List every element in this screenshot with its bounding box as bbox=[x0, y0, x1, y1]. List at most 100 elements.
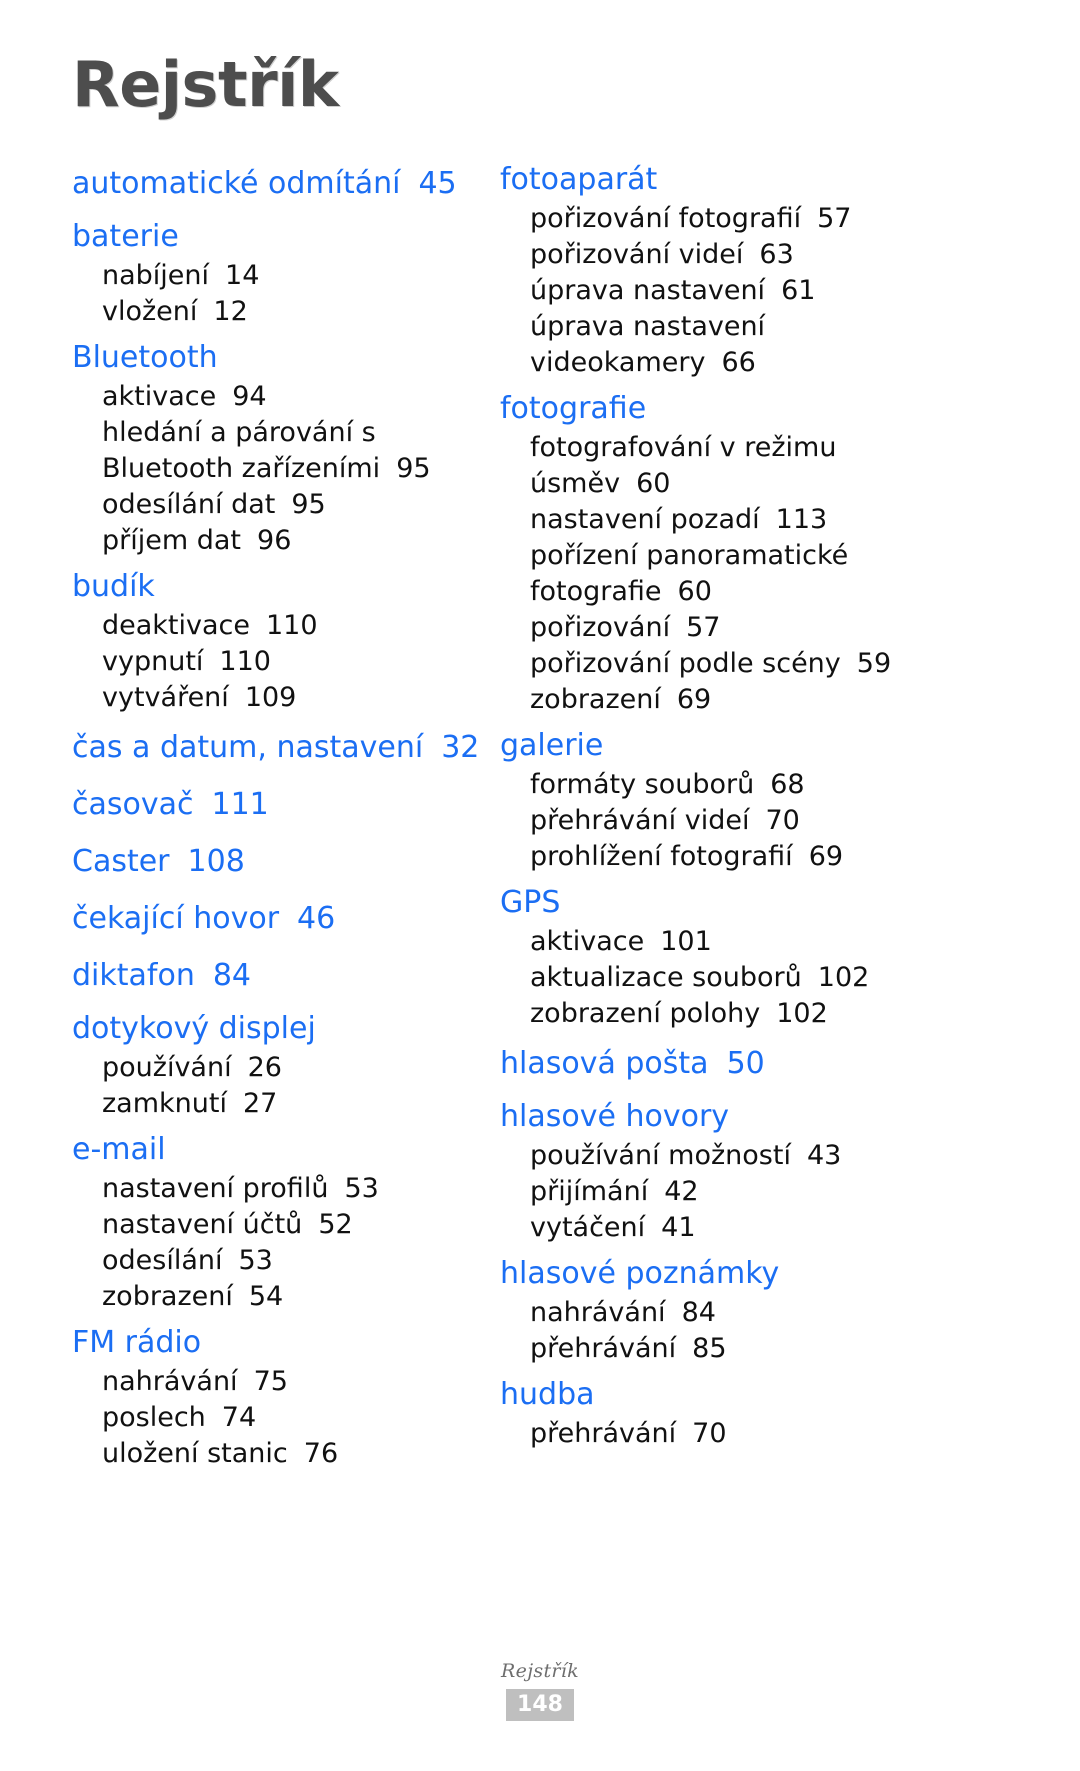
index-subentry[interactable]: nastavení pozadí 113 bbox=[500, 502, 970, 538]
index-heading-label: GPS bbox=[500, 885, 561, 920]
index-heading-automaticke-odmitani[interactable]: automatické odmítání 45 bbox=[72, 162, 492, 205]
index-subentry[interactable]: vypnutí 110 bbox=[72, 644, 492, 680]
index-heading-fm-radio[interactable]: FM rádio bbox=[72, 1321, 492, 1364]
index-heading-fotoaparat[interactable]: fotoaparát bbox=[500, 158, 970, 201]
index-subentry-label: přijímání bbox=[530, 1176, 649, 1207]
index-group: budík deaktivace 110 vypnutí 110 vytváření 109 bbox=[72, 565, 492, 716]
index-subentry[interactable]: deaktivace 110 bbox=[72, 608, 492, 644]
index-subentry-page: 57 bbox=[817, 203, 852, 234]
index-subentry[interactable]: úprava nastavení bbox=[500, 309, 970, 345]
index-subentry[interactable]: přehrávání videí 70 bbox=[500, 803, 970, 839]
index-group: baterie nabíjení 14 vložení 12 bbox=[72, 215, 492, 330]
index-subentry-label: vložení bbox=[102, 296, 198, 327]
index-subentry[interactable]: Bluetooth zařízeními 95 bbox=[72, 451, 492, 487]
index-subentry-label: zobrazení polohy bbox=[530, 998, 761, 1029]
index-subentry-label: pořizování bbox=[530, 612, 671, 643]
index-subentry-page: 26 bbox=[247, 1052, 282, 1083]
index-group: hudba přehrávání 70 bbox=[500, 1373, 970, 1452]
index-heading-cas-a-datum-nastaveni[interactable]: čas a datum, nastavení 32 bbox=[72, 726, 492, 769]
index-subentry-label: používání bbox=[102, 1052, 232, 1083]
index-heading-budik[interactable]: budík bbox=[72, 565, 492, 608]
index-subentry-page: 110 bbox=[219, 646, 271, 677]
index-heading-hlasova-posta[interactable]: hlasová pošta 50 bbox=[500, 1042, 970, 1085]
index-heading-hudba[interactable]: hudba bbox=[500, 1373, 970, 1416]
index-subentry[interactable]: aktivace 101 bbox=[500, 924, 970, 960]
index-subentry-page: 54 bbox=[248, 1281, 284, 1312]
index-subentry[interactable]: vložení 12 bbox=[72, 294, 492, 330]
index-subentry[interactable]: zobrazení polohy 102 bbox=[500, 996, 970, 1032]
index-heading-fotografie[interactable]: fotografie bbox=[500, 387, 970, 430]
index-subentry[interactable]: vytáčení 41 bbox=[500, 1210, 970, 1246]
index-heading-dotykovy-displej[interactable]: dotykový displej bbox=[72, 1007, 492, 1050]
index-subentry[interactable]: přijímání 42 bbox=[500, 1174, 970, 1210]
index-subentry-label: fotografování v režimu bbox=[530, 432, 837, 463]
index-subentry[interactable]: hledání a párování s bbox=[72, 415, 492, 451]
index-heading-gps[interactable]: GPS bbox=[500, 881, 970, 924]
index-subentry[interactable]: nabíjení 14 bbox=[72, 258, 492, 294]
index-heading-baterie[interactable]: baterie bbox=[72, 215, 492, 258]
index-subentry[interactable]: nahrávání 75 bbox=[72, 1364, 492, 1400]
index-heading-label: Bluetooth bbox=[72, 340, 218, 375]
index-heading-diktafon[interactable]: diktafon 84 bbox=[72, 954, 492, 997]
index-heading-e-mail[interactable]: e-mail bbox=[72, 1128, 492, 1171]
index-subentry[interactable]: nahrávání 84 bbox=[500, 1295, 970, 1331]
index-subentry-label: prohlížení fotografií bbox=[530, 841, 793, 872]
index-subentry-label: přehrávání bbox=[530, 1333, 677, 1364]
index-subentry[interactable]: pořizování 57 bbox=[500, 610, 970, 646]
index-subentry[interactable]: pořízení panoramatické bbox=[500, 538, 970, 574]
index-subentry-label: odesílání dat bbox=[102, 489, 276, 520]
index-subentry-label: videokamery bbox=[530, 347, 706, 378]
index-group: časovač 111 bbox=[72, 779, 492, 830]
index-heading-caster[interactable]: Caster 108 bbox=[72, 840, 492, 883]
index-subentry[interactable]: používání 26 bbox=[72, 1050, 492, 1086]
index-subentry[interactable]: fotografování v režimu bbox=[500, 430, 970, 466]
index-heading-label: automatické odmítání bbox=[72, 166, 401, 201]
index-subentry-label: aktivace bbox=[102, 381, 217, 412]
index-subentry[interactable]: odesílání 53 bbox=[72, 1243, 492, 1279]
index-subentry[interactable]: aktivace 94 bbox=[72, 379, 492, 415]
index-subentry-label: zobrazení bbox=[102, 1281, 233, 1312]
index-subentry-label: nahrávání bbox=[102, 1366, 238, 1397]
index-heading-label: e-mail bbox=[72, 1132, 166, 1167]
index-subentry-page: 94 bbox=[232, 381, 267, 412]
index-subentry[interactable]: formáty souborů 68 bbox=[500, 767, 970, 803]
index-subentry-page: 60 bbox=[677, 576, 712, 607]
index-subentry[interactable]: zamknutí 27 bbox=[72, 1086, 492, 1122]
index-subentry[interactable]: pořizování videí 63 bbox=[500, 237, 970, 273]
index-subentry-label: vytáčení bbox=[530, 1212, 646, 1243]
index-subentry[interactable]: nastavení profilů 53 bbox=[72, 1171, 492, 1207]
index-subentry[interactable]: používání možností 43 bbox=[500, 1138, 970, 1174]
index-subentry[interactable]: prohlížení fotografií 69 bbox=[500, 839, 970, 875]
index-subentry[interactable]: příjem dat 96 bbox=[72, 523, 492, 559]
index-heading-label: hlasová pošta bbox=[500, 1046, 709, 1081]
index-subentry[interactable]: pořizování fotografií 57 bbox=[500, 201, 970, 237]
index-subentry[interactable]: aktualizace souborů 102 bbox=[500, 960, 970, 996]
index-subentry-page: 59 bbox=[856, 648, 892, 679]
index-subentry[interactable]: zobrazení 54 bbox=[72, 1279, 492, 1315]
index-heading-cekajici-hovor[interactable]: čekající hovor 46 bbox=[72, 897, 492, 940]
index-heading-galerie[interactable]: galerie bbox=[500, 724, 970, 767]
index-heading-label: budík bbox=[72, 569, 155, 604]
index-subentry[interactable]: přehrávání 85 bbox=[500, 1331, 970, 1367]
index-heading-casovac[interactable]: časovač 111 bbox=[72, 783, 492, 826]
index-subentry[interactable]: pořizování podle scény 59 bbox=[500, 646, 970, 682]
index-subentry[interactable]: přehrávání 70 bbox=[500, 1416, 970, 1452]
index-subentry[interactable]: fotografie 60 bbox=[500, 574, 970, 610]
index-subentry[interactable]: úprava nastavení 61 bbox=[500, 273, 970, 309]
index-subentry[interactable]: nastavení účtů 52 bbox=[72, 1207, 492, 1243]
index-subentry[interactable]: zobrazení 69 bbox=[500, 682, 970, 718]
index-heading-page: 46 bbox=[297, 901, 336, 936]
index-subentry[interactable]: odesílání dat 95 bbox=[72, 487, 492, 523]
index-subentry[interactable]: poslech 74 bbox=[72, 1400, 492, 1436]
index-heading-bluetooth[interactable]: Bluetooth bbox=[72, 336, 492, 379]
index-subentry[interactable]: úsměv 60 bbox=[500, 466, 970, 502]
index-heading-hlasove-poznamky[interactable]: hlasové poznámky bbox=[500, 1252, 970, 1295]
index-heading-hlasove-hovory[interactable]: hlasové hovory bbox=[500, 1095, 970, 1138]
index-group: Caster 108 bbox=[72, 836, 492, 887]
index-subentry-label: vytváření bbox=[102, 682, 229, 713]
index-subentry-label: nabíjení bbox=[102, 260, 210, 291]
index-subentry-label: zamknutí bbox=[102, 1088, 227, 1119]
index-subentry[interactable]: uložení stanic 76 bbox=[72, 1436, 492, 1472]
index-subentry[interactable]: videokamery 66 bbox=[500, 345, 970, 381]
index-subentry[interactable]: vytváření 109 bbox=[72, 680, 492, 716]
